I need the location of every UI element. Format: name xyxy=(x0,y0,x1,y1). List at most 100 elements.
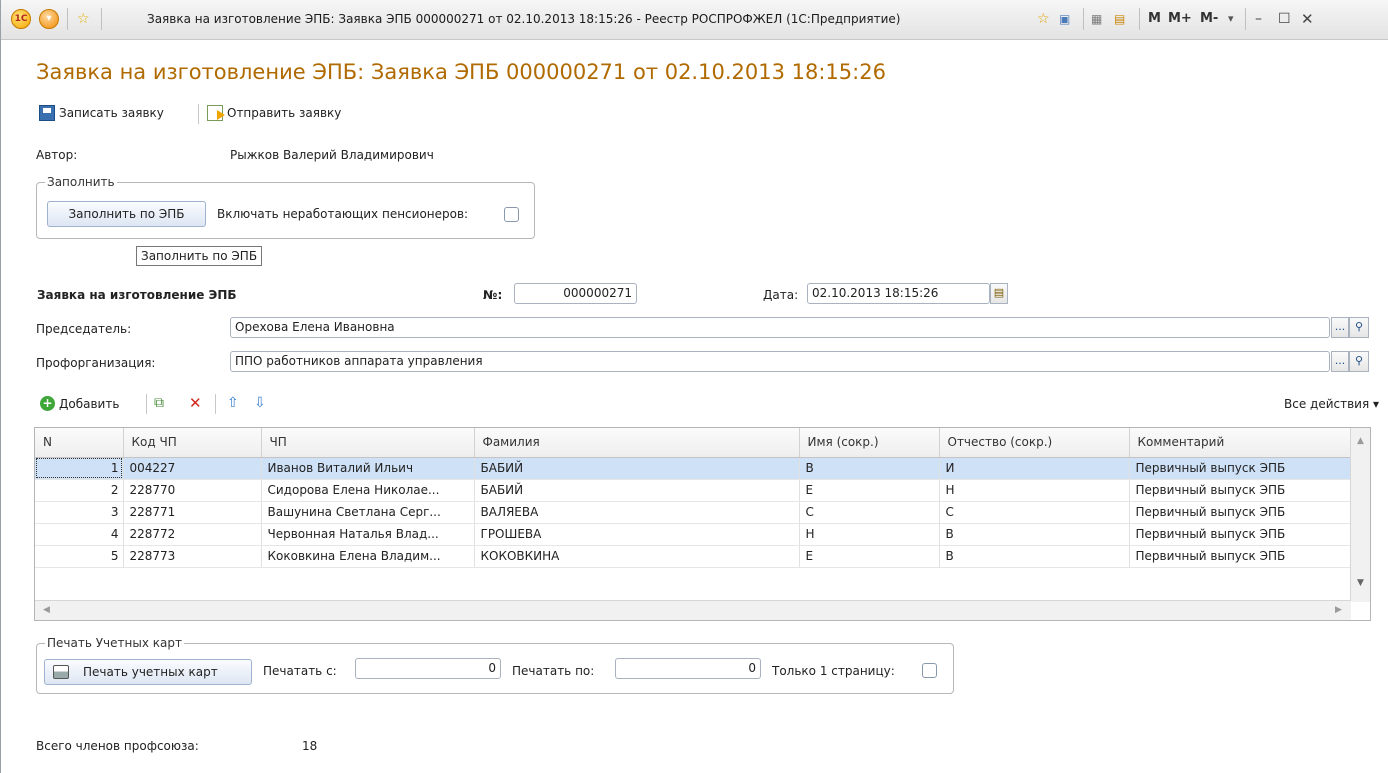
maximize-icon[interactable]: ☐ xyxy=(1278,11,1291,27)
number-field[interactable]: 000000271 xyxy=(514,283,637,304)
cell-surname[interactable]: ГРОШЕВА xyxy=(474,523,800,546)
cell-member[interactable]: Иванов Виталий Ильич xyxy=(261,457,475,480)
org-select-button[interactable]: ... xyxy=(1331,351,1349,372)
bookmarks-icon[interactable]: ▣ xyxy=(1059,11,1070,27)
calculator-icon[interactable]: ▦ xyxy=(1091,11,1102,27)
scroll-right-icon[interactable]: ▶ xyxy=(1335,605,1342,615)
table-row[interactable]: 4 228772 Червонная Наталья Влад... ГРОШЕ… xyxy=(35,523,1352,546)
cell-n[interactable]: 4 xyxy=(35,523,124,546)
column-header-code[interactable]: Код ЧП xyxy=(123,428,262,458)
cell-patronymic[interactable]: Н xyxy=(939,479,1130,502)
cell-code[interactable]: 228772 xyxy=(123,523,262,546)
cell-surname[interactable]: БАБИЙ xyxy=(474,479,800,502)
org-field[interactable]: ППО работников аппарата управления xyxy=(230,351,1330,372)
cell-member[interactable]: Червонная Наталья Влад... xyxy=(261,523,475,546)
favorites-add-icon[interactable]: ☆ xyxy=(1037,11,1050,27)
star-icon[interactable]: ☆ xyxy=(77,11,90,27)
cell-comment[interactable]: Первичный выпуск ЭПБ xyxy=(1129,457,1352,480)
vertical-scrollbar[interactable]: ▲ ▼ xyxy=(1350,428,1370,602)
print-from-field[interactable]: 0 xyxy=(355,658,501,679)
save-request-label: Записать заявку xyxy=(59,106,164,120)
print-group-title: Печать Учетных карт xyxy=(45,636,184,650)
cell-comment[interactable]: Первичный выпуск ЭПБ xyxy=(1129,501,1352,524)
tooltip: Заполнить по ЭПБ xyxy=(136,246,263,266)
cell-patronymic[interactable]: С xyxy=(939,501,1130,524)
include-pensioners-checkbox[interactable] xyxy=(504,207,519,222)
close-icon[interactable]: ✕ xyxy=(1301,11,1314,27)
delete-icon[interactable]: ✕ xyxy=(189,395,202,411)
calendar-picker-icon[interactable]: ▤ xyxy=(990,283,1008,304)
add-row-button[interactable]: + Добавить xyxy=(40,396,119,411)
memory-button-m-plus[interactable]: M+ xyxy=(1168,11,1192,26)
include-pensioners-label: Включать неработающих пенсионеров: xyxy=(217,207,469,221)
scroll-left-icon[interactable]: ◀ xyxy=(43,605,50,615)
cell-comment[interactable]: Первичный выпуск ЭПБ xyxy=(1129,479,1352,502)
cell-name[interactable]: В xyxy=(799,457,940,480)
table-row[interactable]: 1 004227 Иванов Виталий Ильич БАБИЙ В И … xyxy=(35,457,1352,480)
org-search-icon[interactable]: ⚲ xyxy=(1349,351,1369,372)
table-row[interactable]: 5 228773 Коковкина Елена Владим... КОКОВ… xyxy=(35,545,1352,568)
cell-patronymic[interactable]: И xyxy=(939,457,1130,480)
all-actions-menu[interactable]: Все действия ▾ xyxy=(1284,397,1379,411)
application-window: 1С ▾ ☆ Заявка на изготовление ЭПБ: Заявк… xyxy=(0,0,1388,773)
table-row[interactable]: 2 228770 Сидорова Елена Николае... БАБИЙ… xyxy=(35,479,1352,502)
cell-surname[interactable]: БАБИЙ xyxy=(474,457,800,480)
copy-icon[interactable]: ⧉ xyxy=(154,395,164,411)
column-header-patronymic[interactable]: Отчество (сокр.) xyxy=(939,428,1130,458)
print-to-field[interactable]: 0 xyxy=(615,658,761,679)
cell-name[interactable]: Е xyxy=(799,479,940,502)
cell-code[interactable]: 228770 xyxy=(123,479,262,502)
scroll-down-icon[interactable]: ▼ xyxy=(1357,578,1364,588)
cell-name[interactable]: Е xyxy=(799,545,940,568)
cell-code[interactable]: 228773 xyxy=(123,545,262,568)
minimize-icon[interactable]: – xyxy=(1255,11,1262,27)
chairman-search-icon[interactable]: ⚲ xyxy=(1349,317,1369,338)
cell-comment[interactable]: Первичный выпуск ЭПБ xyxy=(1129,523,1352,546)
dropdown-icon[interactable]: ▾ xyxy=(39,9,59,29)
column-header-surname[interactable]: Фамилия xyxy=(474,428,800,458)
send-icon xyxy=(207,105,225,121)
cell-code[interactable]: 004227 xyxy=(123,457,262,480)
send-request-button[interactable]: Отправить заявку xyxy=(207,105,341,121)
cell-member[interactable]: Вашунина Светлана Серг... xyxy=(261,501,475,524)
cell-member[interactable]: Коковкина Елена Владим... xyxy=(261,545,475,568)
cell-n[interactable]: 5 xyxy=(35,545,124,568)
column-header-comment[interactable]: Комментарий xyxy=(1129,428,1352,458)
cell-name[interactable]: С xyxy=(799,501,940,524)
cell-n[interactable]: 3 xyxy=(35,501,124,524)
cell-comment[interactable]: Первичный выпуск ЭПБ xyxy=(1129,545,1352,568)
total-members-value: 18 xyxy=(302,739,318,753)
cell-name[interactable]: Н xyxy=(799,523,940,546)
fill-by-epb-button[interactable]: Заполнить по ЭПБ xyxy=(47,201,206,227)
cell-patronymic[interactable]: В xyxy=(939,523,1130,546)
table-row[interactable]: 3 228771 Вашунина Светлана Серг... ВАЛЯЕ… xyxy=(35,501,1352,524)
move-down-icon[interactable]: ⇩ xyxy=(254,395,266,411)
scroll-up-icon[interactable]: ▲ xyxy=(1357,436,1364,446)
date-field[interactable]: 02.10.2013 18:15:26 xyxy=(807,283,990,304)
memory-button-m-minus[interactable]: M- xyxy=(1200,11,1218,26)
print-cards-label: Печать учетных карт xyxy=(83,665,218,679)
chairman-field[interactable]: Орехова Елена Ивановна xyxy=(230,317,1330,338)
horizontal-scrollbar[interactable]: ◀ ▶ xyxy=(35,600,1351,620)
title-bar: 1С ▾ ☆ Заявка на изготовление ЭПБ: Заявк… xyxy=(1,0,1388,40)
menu-dropdown-icon[interactable]: ▾ xyxy=(1228,11,1234,27)
floppy-icon xyxy=(39,105,55,121)
calendar-icon[interactable]: ▤ xyxy=(1114,11,1125,27)
memory-button-m[interactable]: M xyxy=(1148,11,1161,26)
chairman-select-button[interactable]: ... xyxy=(1331,317,1349,338)
column-header-n[interactable]: N xyxy=(35,428,124,458)
cell-n[interactable]: 2 xyxy=(35,479,124,502)
cell-code[interactable]: 228771 xyxy=(123,501,262,524)
cell-patronymic[interactable]: В xyxy=(939,545,1130,568)
print-cards-button[interactable]: Печать учетных карт xyxy=(44,659,252,685)
one-page-checkbox[interactable] xyxy=(922,663,937,678)
column-header-member[interactable]: ЧП xyxy=(261,428,475,458)
move-up-icon[interactable]: ⇧ xyxy=(227,395,239,411)
save-request-button[interactable]: Записать заявку xyxy=(39,105,164,121)
cell-surname[interactable]: ВАЛЯЕВА xyxy=(474,501,800,524)
cell-surname[interactable]: КОКОВКИНА xyxy=(474,545,800,568)
1c-logo-icon[interactable]: 1С xyxy=(11,9,31,29)
cell-n[interactable]: 1 xyxy=(35,457,124,480)
cell-member[interactable]: Сидорова Елена Николае... xyxy=(261,479,475,502)
column-header-name[interactable]: Имя (сокр.) xyxy=(799,428,940,458)
